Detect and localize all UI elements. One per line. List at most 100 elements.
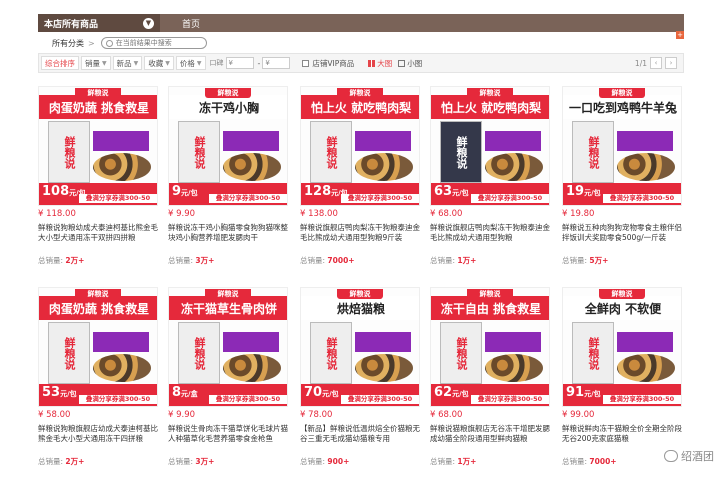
- food-image: [485, 354, 543, 382]
- product-card[interactable]: 一口吃到鸡鸭牛羊兔 鲜粮说 鲜粮说 19元/包 叠满分享券满300-50 ¥ 1…: [562, 86, 682, 266]
- all-goods-label: 本店所有商品: [44, 19, 99, 30]
- vip-filter-checkbox[interactable]: 店铺VIP商品: [302, 58, 354, 69]
- product-title[interactable]: 鲜粮说冻干鸡小胸猫零食狗狗猫咪整块鸡小胸营养增肥发腮肉干: [168, 223, 288, 253]
- banner-price-value: 9: [172, 184, 182, 199]
- product-image[interactable]: 冻干猫草生骨肉饼 鲜粮说 鲜粮说 8元/盒 叠满分享券满300-50: [168, 287, 288, 407]
- product-price: ¥ 68.00: [430, 410, 463, 420]
- sales-count: 1万+: [457, 457, 477, 466]
- pager: 1/1 ‹ ›: [635, 57, 677, 69]
- product-card[interactable]: 肉蛋奶蔬 挑食救星 鲜粮说 鲜粮说 53元/包 叠满分享券满300-50 ¥ 5…: [38, 287, 158, 467]
- banner-price-unit: 元/包: [584, 189, 601, 197]
- coupon-tag: 叠满分享券满300-50: [209, 194, 287, 203]
- view-big-button[interactable]: 大图: [368, 58, 392, 69]
- product-card[interactable]: 怕上火 就吃鸭肉梨 鲜粮说 鲜粮说 63元/包 叠满分享券满300-50 ¥ 6…: [430, 86, 550, 266]
- product-card[interactable]: 冻干猫草生骨肉饼 鲜粮说 鲜粮说 8元/盒 叠满分享券满300-50 ¥ 9.9…: [168, 287, 288, 467]
- product-card[interactable]: 冻干自由 挑食救星 鲜粮说 鲜粮说 62元/包 叠满分享券满300-50 ¥ 6…: [430, 287, 550, 467]
- product-image[interactable]: 一口吃到鸡鸭牛羊兔 鲜粮说 鲜粮说 19元/包 叠满分享券满300-50: [562, 86, 682, 206]
- product-sales: 总销量: 2万+: [38, 457, 85, 466]
- sort-price-button[interactable]: 价格 ▼: [175, 56, 206, 70]
- package-brand: 鲜粮说: [587, 136, 600, 169]
- prev-page-button[interactable]: ‹: [650, 57, 662, 69]
- product-image[interactable]: 怕上火 就吃鸭肉梨 鲜粮说 鲜粮说 128元/包 叠满分享券满300-50: [300, 86, 420, 206]
- sort-default-button[interactable]: 综合排序: [41, 56, 79, 70]
- brand-tag: 鲜粮说: [75, 88, 121, 98]
- product-title[interactable]: 鲜粮说旗舰店鸭肉梨冻干狗粮泰迪金毛比熊成幼犬通用型狗粮9斤装: [300, 223, 420, 253]
- product-image[interactable]: 肉蛋奶蔬 挑食救星 鲜粮说 鲜粮说 108元/包 叠满分享券满300-50: [38, 86, 158, 206]
- price-banner: 8元/盒 叠满分享券满300-50: [169, 384, 287, 406]
- sort-arrow-icon: ▼: [165, 59, 170, 67]
- food-image: [223, 354, 281, 382]
- product-title[interactable]: 鲜粮说生骨肉冻干猫草饼化毛球片猫人种猫草化毛营养猫零食金枪鱼: [168, 424, 288, 454]
- product-card[interactable]: 烘焙猫粮 鲜粮说 鲜粮说 70元/包 叠满分享券满300-50 ¥ 78.00 …: [300, 287, 420, 467]
- sort-sales-button[interactable]: 销量 ▼: [81, 56, 111, 70]
- product-image[interactable]: 冻干鸡小胸 鲜粮说 鲜粮说 9元/包 叠满分享券满300-50: [168, 86, 288, 206]
- view-small-button[interactable]: 小图: [398, 58, 422, 69]
- all-goods-menu[interactable]: 本店所有商品 ▼: [38, 14, 160, 32]
- product-title[interactable]: 鲜粮说旗舰店鸭肉梨冻干狗粮泰迪金毛比熊成幼犬通用型狗粮: [430, 223, 550, 253]
- product-title[interactable]: 鲜粮说狗粮幼成犬泰迪柯基比熊金毛大小型犬通用冻干双拼四拼粮: [38, 223, 158, 253]
- home-link[interactable]: 首页: [182, 17, 200, 30]
- price-min-input[interactable]: ¥: [225, 57, 254, 69]
- package-image: 鲜粮说: [572, 121, 614, 183]
- price-max-input[interactable]: ¥: [262, 57, 291, 69]
- promo-panel: [617, 332, 673, 352]
- search-box[interactable]: [100, 37, 207, 49]
- brand-tag: 鲜粮说: [467, 88, 513, 98]
- price-min-symbol: ¥: [228, 59, 233, 67]
- product-image[interactable]: 全鲜肉 不软便 鲜粮说 鲜粮说 91元/包 叠满分享券满300-50: [562, 287, 682, 407]
- chevron-down-icon: ▼: [143, 17, 154, 29]
- food-image: [93, 153, 151, 181]
- product-image[interactable]: 烘焙猫粮 鲜粮说 鲜粮说 70元/包 叠满分享券满300-50: [300, 287, 420, 407]
- checkbox-icon: [302, 59, 310, 67]
- package-brand: 鲜粮说: [455, 136, 468, 169]
- coupon-tag: 叠满分享券满300-50: [79, 395, 157, 404]
- product-card[interactable]: 全鲜肉 不软便 鲜粮说 鲜粮说 91元/包 叠满分享券满300-50 ¥ 99.…: [562, 287, 682, 467]
- product-image[interactable]: 肉蛋奶蔬 挑食救星 鲜粮说 鲜粮说 53元/包 叠满分享券满300-50: [38, 287, 158, 407]
- package-brand: 鲜粮说: [193, 136, 206, 169]
- brand-tag: 鲜粮说: [337, 88, 383, 98]
- sales-count: 1万+: [457, 256, 477, 265]
- coupon-tag: 叠满分享券满300-50: [603, 395, 681, 404]
- food-image: [355, 354, 413, 382]
- sort-price-label: 价格: [179, 58, 195, 68]
- product-title[interactable]: 【新品】鲜粮说低温烘焙全价猫粮无谷三重无毛成猫幼猫粮专用: [300, 424, 420, 454]
- coupon-tag: 叠满分享券满300-50: [209, 395, 287, 404]
- search-input[interactable]: [115, 39, 204, 47]
- price-banner: 62元/包 叠满分享券满300-50: [431, 384, 549, 406]
- view-small-label: 小图: [407, 58, 423, 68]
- product-price: ¥ 138.00: [300, 209, 338, 219]
- product-title[interactable]: 鲜粮说狗粮旗舰店幼成犬泰迪柯基比熊金毛大小型犬通用冻干四拼粮: [38, 424, 158, 454]
- product-image[interactable]: 怕上火 就吃鸭肉梨 鲜粮说 鲜粮说 63元/包 叠满分享券满300-50: [430, 86, 550, 206]
- package-image: 鲜粮说: [48, 322, 90, 384]
- product-headline: 一口吃到鸡鸭牛羊兔: [563, 95, 681, 119]
- product-headline: 全鲜肉 不软便: [563, 296, 681, 320]
- product-title[interactable]: 鲜粮说猫粮旗舰店无谷冻干增肥发腮成幼猫全阶段通用型鲜肉猫粮: [430, 424, 550, 454]
- product-headline: 冻干自由 挑食救星: [431, 296, 549, 320]
- banner-price-unit: 元/包: [181, 189, 198, 197]
- package-brand: 鲜粮说: [325, 337, 338, 370]
- view-big-label: 大图: [377, 58, 393, 68]
- vip-filter-label: 店铺VIP商品: [312, 58, 355, 68]
- price-banner: 53元/包 叠满分享券满300-50: [39, 384, 157, 406]
- sort-new-button[interactable]: 新品 ▼: [112, 56, 143, 70]
- category-link[interactable]: 所有分类: [52, 38, 84, 49]
- product-card[interactable]: 怕上火 就吃鸭肉梨 鲜粮说 鲜粮说 128元/包 叠满分享券满300-50 ¥ …: [300, 86, 420, 266]
- brand-tag: 鲜粮说: [205, 289, 251, 299]
- product-card[interactable]: 肉蛋奶蔬 挑食救星 鲜粮说 鲜粮说 108元/包 叠满分享券满300-50 ¥ …: [38, 86, 158, 266]
- next-page-button[interactable]: ›: [665, 57, 677, 69]
- sort-fav-button[interactable]: 收藏 ▼: [144, 56, 174, 70]
- banner-price-unit: 元/包: [584, 390, 601, 398]
- product-headline: 肉蛋奶蔬 挑食救星: [39, 95, 157, 119]
- product-headline: 怕上火 就吃鸭肉梨: [431, 95, 549, 119]
- banner-price: 53元/包: [42, 385, 77, 400]
- product-card[interactable]: 冻干鸡小胸 鲜粮说 鲜粮说 9元/包 叠满分享券满300-50 ¥ 9.90 鲜…: [168, 86, 288, 266]
- banner-price-value: 63: [434, 184, 453, 199]
- banner-price: 63元/包: [434, 184, 469, 199]
- product-image[interactable]: 冻干自由 挑食救星 鲜粮说 鲜粮说 62元/包 叠满分享券满300-50: [430, 287, 550, 407]
- banner-price-unit: 元/包: [452, 189, 469, 197]
- sort-arrow-icon: ▼: [133, 59, 139, 67]
- plus-icon[interactable]: +: [676, 31, 684, 39]
- banner-price-value: 91: [566, 385, 585, 400]
- sort-new-label: 新品: [116, 58, 132, 68]
- product-title[interactable]: 鲜粮说五种肉狗狗宠物零食主粮伴侣拌饭训犬奖励零食500g/一斤装: [562, 223, 682, 253]
